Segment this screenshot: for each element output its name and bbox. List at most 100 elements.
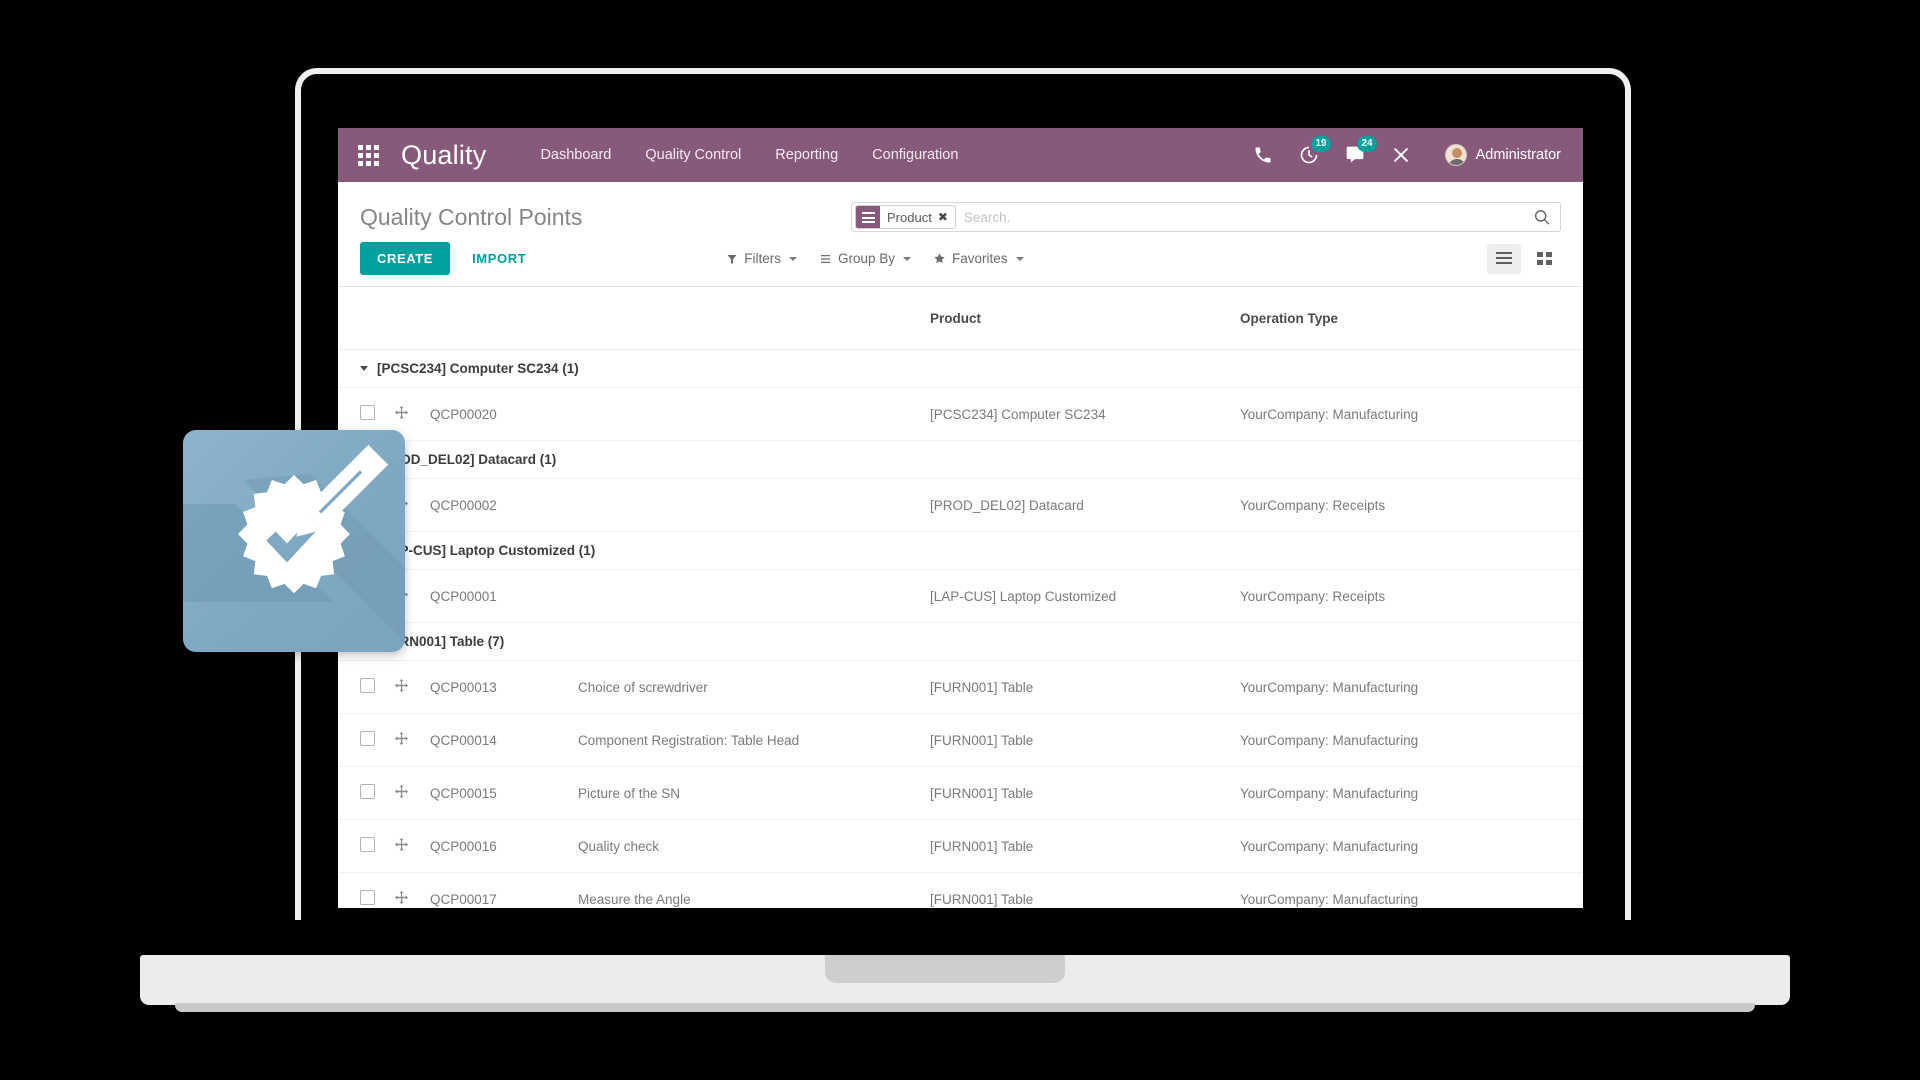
cell-product: [PCSC234] Computer SC234	[930, 387, 1240, 441]
drag-handle[interactable]	[394, 890, 409, 905]
row-handle-cell	[394, 713, 430, 767]
row-checkbox[interactable]	[360, 784, 375, 799]
table-row[interactable]: QCP00001 [LAP-CUS] Laptop Customized YourC…	[338, 569, 1583, 623]
cell-product: [FURN001] Table	[930, 819, 1240, 873]
avatar	[1444, 144, 1467, 166]
group-cell: [PROD_DEL02] Datacard (1)	[338, 440, 1583, 479]
drag-handle-icon	[395, 891, 408, 904]
filter-funnel-icon	[727, 254, 737, 264]
column-header-handle	[394, 287, 430, 350]
nav-item-reporting[interactable]: Reporting	[775, 147, 838, 163]
messages-button[interactable]: 24	[1345, 136, 1377, 165]
group-toggle[interactable]: [FURN001] Table (7)	[338, 634, 1583, 649]
row-checkbox[interactable]	[360, 678, 375, 693]
cell-operation-type: YourCompany: Manufacturing	[1240, 872, 1583, 908]
cell-operation-type: YourCompany: Manufacturing	[1240, 766, 1583, 820]
close-x-icon	[1393, 148, 1408, 162]
laptop-base-shadow	[175, 1003, 1755, 1012]
group-row[interactable]: [PCSC234] Computer SC234 (1)	[338, 349, 1583, 388]
search-facet-product[interactable]: Product ✖	[855, 205, 956, 229]
top-navbar: Quality Dashboard Quality Control Report…	[338, 128, 1583, 182]
group-row[interactable]: [FURN001] Table (7)	[338, 622, 1583, 661]
nav-item-dashboard[interactable]: Dashboard	[540, 147, 611, 163]
app-brand-name[interactable]: Quality	[401, 140, 486, 171]
cell-title: Picture of the SN	[578, 766, 930, 820]
kanban-view-button[interactable]	[1527, 244, 1561, 274]
nav-item-quality-control[interactable]: Quality Control	[645, 147, 741, 163]
drag-handle-icon	[395, 732, 408, 745]
drag-handle[interactable]	[394, 731, 409, 746]
table-row[interactable]: QCP00020 [PCSC234] Computer SC234 YourComp…	[338, 387, 1583, 441]
row-checkbox[interactable]	[360, 405, 375, 420]
search-icon[interactable]	[1528, 208, 1560, 227]
group-label: [LAP-CUS] Laptop Customized (1)	[377, 543, 596, 558]
row-handle-cell	[394, 766, 430, 820]
table-row[interactable]: QCP00014 Component Registration: Table He…	[338, 713, 1583, 767]
cell-product: [FURN001] Table	[930, 660, 1240, 714]
star-icon	[934, 253, 945, 264]
cell-product: [LAP-CUS] Laptop Customized	[930, 569, 1240, 623]
list-view-button[interactable]	[1487, 243, 1521, 274]
table-row[interactable]: QCP00016 Quality check [FURN001] Table Your…	[338, 819, 1583, 873]
row-checkbox-cell	[338, 660, 394, 714]
filters-dropdown[interactable]: Filters	[726, 251, 797, 266]
row-checkbox[interactable]	[360, 837, 375, 852]
column-header-title	[578, 287, 930, 350]
column-header-product[interactable]: Product	[930, 287, 1240, 350]
cell-operation-type: YourCompany: Manufacturing	[1240, 713, 1583, 767]
create-button[interactable]: CREATE	[360, 242, 451, 275]
cell-operation-type: YourCompany: Manufacturing	[1240, 660, 1583, 714]
search-facet-label: Product	[887, 209, 932, 225]
cell-title	[578, 387, 930, 441]
table-row[interactable]: QCP00013 Choice of screwdriver [FURN001] T…	[338, 660, 1583, 714]
favorites-dropdown[interactable]: Favorites	[933, 251, 1024, 266]
row-checkbox[interactable]	[360, 731, 375, 746]
drag-handle[interactable]	[394, 405, 409, 420]
filters-label: Filters	[744, 251, 781, 266]
user-menu[interactable]: Administrator	[1444, 144, 1561, 166]
nav-item-configuration[interactable]: Configuration	[872, 147, 958, 163]
group-label: [PCSC234] Computer SC234 (1)	[377, 361, 579, 376]
activities-button[interactable]: 19	[1299, 136, 1331, 165]
row-checkbox-cell	[338, 872, 394, 908]
phone-button[interactable]	[1253, 145, 1273, 165]
close-button[interactable]	[1391, 145, 1411, 165]
table-body: [PCSC234] Computer SC234 (1) QCP00020 [PCS…	[338, 349, 1583, 908]
group-toggle[interactable]: [LAP-CUS] Laptop Customized (1)	[338, 543, 1583, 558]
kanban-icon	[1536, 252, 1552, 265]
apps-grid-icon[interactable]	[358, 144, 379, 166]
page-title: Quality Control Points	[360, 204, 583, 230]
cell-reference: QCP00002	[430, 478, 578, 532]
group-toggle[interactable]: [PCSC234] Computer SC234 (1)	[338, 361, 1583, 376]
group-by-label: Group By	[838, 251, 896, 266]
row-checkbox[interactable]	[360, 890, 375, 905]
control-panel: Quality Control Points Product ✖ Search.…	[338, 182, 1583, 287]
control-panel-top-row: Quality Control Points Product ✖	[338, 182, 1583, 232]
cell-reference: QCP00013	[430, 660, 578, 714]
table-row[interactable]: QCP00017 Measure the Angle [FURN001] Table…	[338, 872, 1583, 908]
drag-handle[interactable]	[394, 837, 409, 852]
table-row[interactable]: QCP00002 [PROD_DEL02] Datacard YourCompany…	[338, 478, 1583, 532]
search-facet-remove-icon[interactable]: ✖	[937, 206, 955, 228]
chevron-down-icon	[360, 366, 368, 371]
drag-handle[interactable]	[394, 784, 409, 799]
group-row[interactable]: [LAP-CUS] Laptop Customized (1)	[338, 531, 1583, 570]
search-area: Product ✖	[851, 202, 1561, 232]
laptop-mockup: Quality Dashboard Quality Control Report…	[0, 0, 1920, 1080]
group-row[interactable]: [PROD_DEL02] Datacard (1)	[338, 440, 1583, 479]
search-input[interactable]	[955, 204, 1528, 230]
cell-title: Measure the Angle	[578, 872, 930, 908]
table-row[interactable]: QCP00015 Picture of the SN [FURN001] Table…	[338, 766, 1583, 820]
cell-reference: QCP00016	[430, 819, 578, 873]
row-handle-cell	[394, 819, 430, 873]
drag-handle[interactable]	[394, 678, 409, 693]
group-toggle[interactable]: [PROD_DEL02] Datacard (1)	[338, 452, 1583, 467]
column-header-operation-type[interactable]: Operation Type	[1240, 287, 1583, 350]
search-view[interactable]: Product ✖	[851, 202, 1561, 232]
cell-reference: QCP00014	[430, 713, 578, 767]
cell-operation-type: YourCompany: Manufacturing	[1240, 819, 1583, 873]
import-button[interactable]: IMPORT	[458, 242, 540, 275]
search-dropdowns: Filters Group By Favorites	[726, 251, 1024, 266]
group-by-dropdown[interactable]: Group By	[819, 251, 912, 266]
row-handle-cell	[394, 872, 430, 908]
